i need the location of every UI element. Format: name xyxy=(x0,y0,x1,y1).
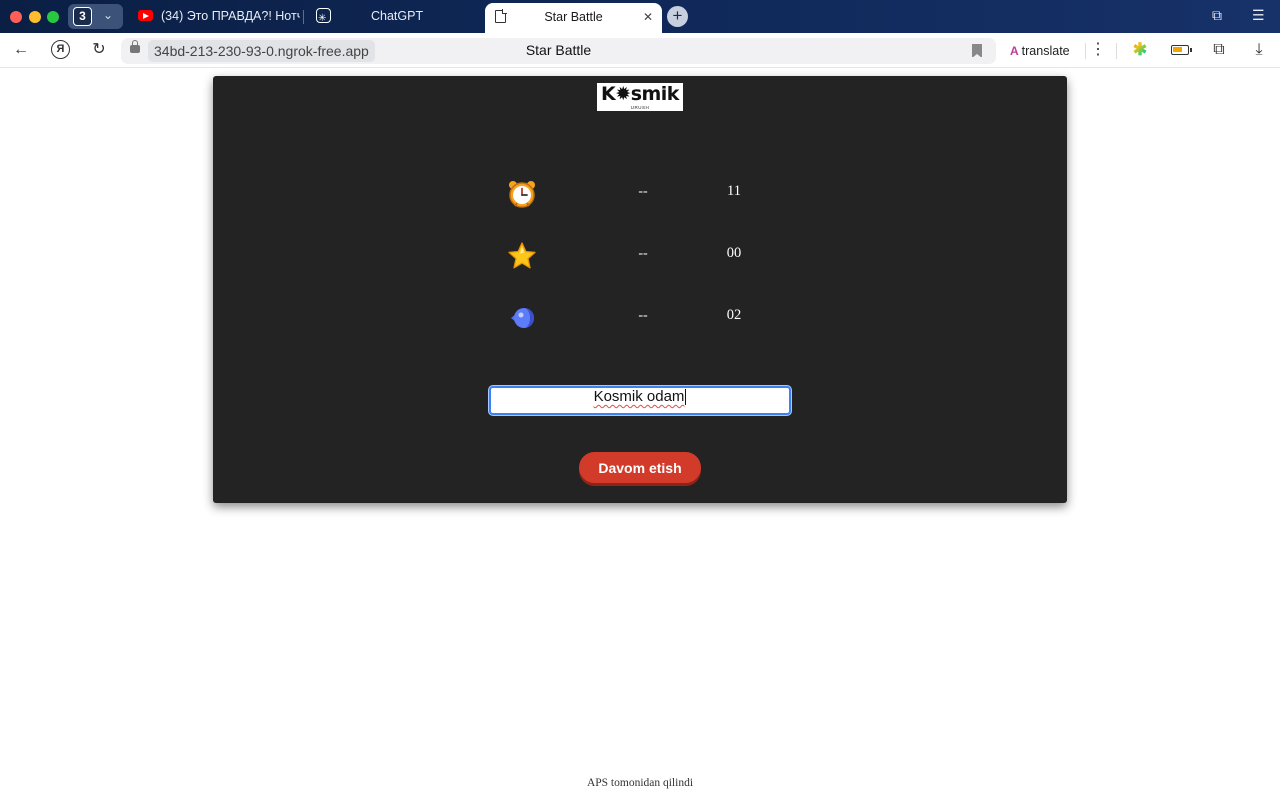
collections-icon[interactable]: ⧉ xyxy=(1208,39,1230,61)
game-card: K✹smik URUSH -- 11 -- 00 -- 02 Kosmik od… xyxy=(213,76,1067,503)
player-name-input[interactable]: Kosmik odam xyxy=(489,386,791,415)
close-window-button[interactable] xyxy=(10,11,22,23)
rocket-ship-icon xyxy=(511,308,534,328)
bookmarks-panel-icon[interactable]: ⧉ xyxy=(1212,7,1222,24)
stat-value: 00 xyxy=(726,245,742,261)
text-caret xyxy=(685,389,687,406)
download-icon[interactable]: ⤓ xyxy=(1248,39,1270,61)
tab-title: ChatGPT xyxy=(371,9,424,23)
zoom-window-button[interactable] xyxy=(47,11,59,23)
translate-button[interactable]: Atranslate xyxy=(1002,38,1078,64)
browser-toolbar: ← Я ↻ 34bd-213-230-93-0.ngrok-free.app S… xyxy=(0,33,1280,68)
stat-dash: -- xyxy=(638,246,648,261)
logo-subtext: URUSH xyxy=(630,105,650,110)
translate-icon: A xyxy=(1010,44,1019,58)
menu-icon[interactable]: ☰ xyxy=(1252,7,1265,24)
youtube-icon xyxy=(138,10,153,22)
stat-value: 02 xyxy=(726,307,742,323)
footer-credit: APS tomonidan qilindi xyxy=(586,777,694,789)
tab-chatgpt[interactable]: ChatGPT xyxy=(308,3,478,30)
back-arrow-icon[interactable]: ← xyxy=(10,39,32,61)
stat-value: 11 xyxy=(727,183,741,199)
tab-title: (34) Это ПРАВДА?! Нотч / xyxy=(161,9,300,23)
stat-row-stars: -- 00 xyxy=(213,236,1067,276)
address-bar[interactable]: 34bd-213-230-93-0.ngrok-free.app Star Ba… xyxy=(121,38,996,64)
stat-row-lives: -- 02 xyxy=(213,298,1067,338)
stat-row-time: -- 11 xyxy=(213,174,1067,214)
more-options-icon[interactable]: ⋮ xyxy=(1087,39,1109,61)
stat-dash: -- xyxy=(638,184,648,199)
battery-icon[interactable] xyxy=(1171,45,1192,55)
alarm-clock-icon xyxy=(509,181,535,208)
continue-button[interactable]: Davom etish xyxy=(579,452,701,483)
new-tab-button[interactable]: + xyxy=(667,6,688,27)
toolbar-divider xyxy=(1085,43,1086,59)
player-name-value: Kosmik odam xyxy=(593,388,685,405)
extension-icon[interactable]: ✱ xyxy=(1131,41,1149,59)
toolbar-divider xyxy=(1116,43,1117,59)
stat-dash: -- xyxy=(638,308,648,323)
translate-label: translate xyxy=(1021,44,1070,58)
kosmik-logo: K✹smik URUSH xyxy=(597,83,683,111)
tab-divider xyxy=(303,10,304,24)
tab-youtube[interactable]: (34) Это ПРАВДА?! Нотч / xyxy=(130,3,300,30)
bookmark-icon[interactable] xyxy=(972,44,982,58)
page-title: Star Battle xyxy=(525,42,592,58)
browser-tab-bar: 3 ⌄ (34) Это ПРАВДА?! Нотч / ChatGPT Sta… xyxy=(0,0,1280,33)
close-tab-icon[interactable]: ✕ xyxy=(643,3,653,31)
tab-star-battle[interactable]: Star Battle ✕ xyxy=(485,3,662,33)
tab-title: Star Battle xyxy=(544,10,603,24)
yandex-icon[interactable]: Я xyxy=(51,40,70,59)
reload-icon[interactable]: ↻ xyxy=(88,39,110,61)
tab-counter-button[interactable]: 3 ⌄ xyxy=(68,4,123,29)
tab-count: 3 xyxy=(73,7,92,26)
chevron-down-icon: ⌄ xyxy=(103,8,114,22)
chatgpt-icon xyxy=(316,5,331,30)
logo-text: K✹smik xyxy=(601,83,679,105)
star-icon xyxy=(508,242,536,269)
minimize-window-button[interactable] xyxy=(29,11,41,23)
